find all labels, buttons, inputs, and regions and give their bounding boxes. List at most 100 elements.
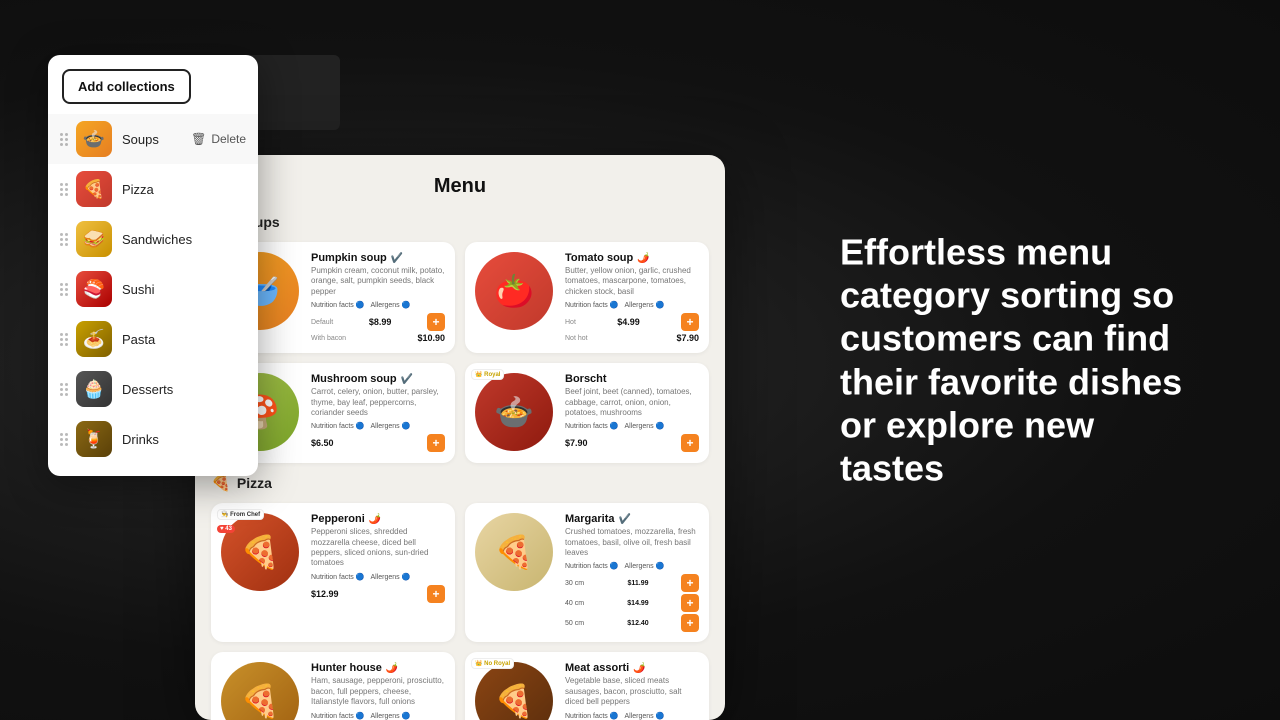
collection-item-drinks[interactable]: 🍹 Drinks xyxy=(48,414,258,464)
add-margarita-30-button[interactable]: + xyxy=(681,574,699,592)
tomato-price2: $7.90 xyxy=(676,333,699,343)
soups-section-header: 🍲 Soups xyxy=(211,212,709,232)
nutrition-tag7: Nutrition facts 🔵 xyxy=(311,712,364,720)
drag-handle-soups[interactable] xyxy=(60,133,68,146)
promo-section: Effortless menu category sorting so cust… xyxy=(840,230,1200,489)
sandwiches-label: Sandwiches xyxy=(122,232,246,247)
sushi-icon: 🍣 xyxy=(76,271,112,307)
add-mushroom-button[interactable]: + xyxy=(427,434,445,452)
add-margarita-40-button[interactable]: + xyxy=(681,594,699,612)
allergens-tag4: Allergens 🔵 xyxy=(624,422,664,430)
size-50-name: 50 cm xyxy=(565,620,595,627)
nutrition-tag3: Nutrition facts 🔵 xyxy=(311,422,364,430)
pizza-row-2: 🍕 Hunter house 🌶️ Ham, sausage, pepperon… xyxy=(211,652,709,720)
borscht-desc: Beef joint, beet (canned), tomatoes, cab… xyxy=(565,387,699,418)
collection-item-sandwiches[interactable]: 🥪 Sandwiches xyxy=(48,214,258,264)
drag-handle-sandwiches[interactable] xyxy=(60,233,68,246)
pepperoni-hot-badge: 🌶️ xyxy=(369,514,381,525)
mushroom-price-row: $6.50 + xyxy=(311,434,445,452)
tomato-price-row2: Not hot $7.90 xyxy=(565,333,699,343)
tomato-soup-card[interactable]: 🍅 Tomato soup 🌶️ Butter, yellow onion, g… xyxy=(465,242,709,353)
pizza-section-header: 🍕 Pizza xyxy=(211,473,709,493)
delete-button[interactable]: 🗑 Delete xyxy=(191,132,246,146)
drag-handle-sushi[interactable] xyxy=(60,283,68,296)
add-borscht-button[interactable]: + xyxy=(681,434,699,452)
mushroom-price: $6.50 xyxy=(311,438,334,448)
meat-royal-badge: 👑 No Royal xyxy=(471,658,514,669)
drag-handle-desserts[interactable] xyxy=(60,383,68,396)
pumpkin-price2: $10.90 xyxy=(417,333,445,343)
add-collections-button[interactable]: Add collections xyxy=(62,69,191,104)
nutrition-tag6: Nutrition facts 🔵 xyxy=(565,562,618,570)
pumpkin-price-row1: Default $8.99 + xyxy=(311,313,445,331)
add-margarita-50-button[interactable]: + xyxy=(681,614,699,632)
meat-assorti-card[interactable]: 👑 No Royal 🍕 Meat assorti 🌶️ Vegetable b… xyxy=(465,652,709,720)
add-pepperoni-button[interactable]: + xyxy=(427,585,445,603)
nutrition-tag5: Nutrition facts 🔵 xyxy=(311,573,364,581)
borscht-image: 🍲 xyxy=(475,373,553,451)
borscht-name: Borscht xyxy=(565,373,699,385)
meat-hot-badge: 🌶️ xyxy=(633,663,645,674)
pepperoni-card[interactable]: 👨‍🍳 From Chef ♥ 43 🍕 Pepperoni 🌶️ Pepper… xyxy=(211,503,455,642)
not-hot-label: Not hot xyxy=(565,335,588,342)
desserts-icon: 🧁 xyxy=(76,371,112,407)
drag-handle-drinks[interactable] xyxy=(60,433,68,446)
collection-item-soups[interactable]: 🍲 Soups 🗑 Delete xyxy=(48,114,258,164)
sushi-label: Sushi xyxy=(122,282,246,297)
drinks-icon: 🍹 xyxy=(76,421,112,457)
borscht-price: $7.90 xyxy=(565,438,588,448)
margarita-content: Margarita ✔️ Crushed tomatoes, mozzarell… xyxy=(565,513,699,632)
hunter-house-name: Hunter house 🌶️ xyxy=(311,662,445,674)
size-40-name: 40 cm xyxy=(565,600,595,607)
drag-handle-pizza[interactable] xyxy=(60,183,68,196)
pizza-section-title: Pizza xyxy=(237,475,272,491)
size-row-50: 50 cm $12.40 + xyxy=(565,614,699,632)
pumpkin-soup-tags: Nutrition facts 🔵 Allergens 🔵 xyxy=(311,301,445,309)
hunter-house-card[interactable]: 🍕 Hunter house 🌶️ Ham, sausage, pepperon… xyxy=(211,652,455,720)
margarita-card[interactable]: 🍕 Margarita ✔️ Crushed tomatoes, mozzare… xyxy=(465,503,709,642)
collection-item-desserts[interactable]: 🧁 Desserts xyxy=(48,364,258,414)
add-pumpkin-default-button[interactable]: + xyxy=(427,313,445,331)
margarita-tags: Nutrition facts 🔵 Allergens 🔵 xyxy=(565,562,699,570)
size-30-price: $11.99 xyxy=(627,580,648,587)
meat-assorti-image: 🍕 xyxy=(475,662,553,720)
allergens-tag3: Allergens 🔵 xyxy=(370,422,410,430)
size-row-40: 40 cm $14.99 + xyxy=(565,594,699,612)
allergens-tag: Allergens 🔵 xyxy=(370,301,410,309)
nutrition-tag2: Nutrition facts 🔵 xyxy=(565,301,618,309)
meat-assorti-content: Meat assorti 🌶️ Vegetable base, sliced m… xyxy=(565,662,699,720)
add-tomato-hot-button[interactable]: + xyxy=(681,313,699,331)
liked-badge: ♥ 43 xyxy=(217,525,235,533)
hunter-tags: Nutrition facts 🔵 Allergens 🔵 xyxy=(311,712,445,720)
margarita-desc: Crushed tomatoes, mozzarella, fresh toma… xyxy=(565,527,699,558)
mushroom-soup-content: Mushroom soup ✔️ Carrot, celery, onion, … xyxy=(311,373,445,453)
borscht-price-row: $7.90 + xyxy=(565,434,699,452)
menu-panel: Menu 🍲 Soups 🥣 Pumpkin soup ✔️ Pumpkin c… xyxy=(195,155,725,720)
meat-assorti-name: Meat assorti 🌶️ xyxy=(565,662,699,674)
margarita-sizes: 30 cm $11.99 + 40 cm $14.99 + 50 cm $12.… xyxy=(565,574,699,632)
tomato-soup-desc: Butter, yellow onion, garlic, crushed to… xyxy=(565,266,699,297)
margarita-veg-badge: ✔️ xyxy=(619,514,631,525)
allergens-tag7: Allergens 🔵 xyxy=(370,712,410,720)
mushroom-soup-tags: Nutrition facts 🔵 Allergens 🔵 xyxy=(311,422,445,430)
promo-headline: Effortless menu category sorting so cust… xyxy=(840,230,1200,489)
collection-item-sushi[interactable]: 🍣 Sushi xyxy=(48,264,258,314)
allergens-tag6: Allergens 🔵 xyxy=(624,562,664,570)
pumpkin-price1: $8.99 xyxy=(369,317,392,327)
margarita-name: Margarita ✔️ xyxy=(565,513,699,525)
collection-item-pasta[interactable]: 🍝 Pasta xyxy=(48,314,258,364)
nutrition-tag8: Nutrition facts 🔵 xyxy=(565,712,618,720)
borscht-card[interactable]: 👑 Royal 🍲 Borscht Beef joint, beet (cann… xyxy=(465,363,709,463)
desserts-label: Desserts xyxy=(122,382,246,397)
pepperoni-content: Pepperoni 🌶️ Pepperoni slices, shredded … xyxy=(311,513,445,603)
tomato-price1: $4.99 xyxy=(617,317,640,327)
menu-title: Menu xyxy=(211,175,709,198)
drag-handle-pasta[interactable] xyxy=(60,333,68,346)
hunter-house-content: Hunter house 🌶️ Ham, sausage, pepperoni,… xyxy=(311,662,445,720)
collection-item-pizza[interactable]: 🍕 Pizza xyxy=(48,164,258,214)
tomato-soup-tags: Nutrition facts 🔵 Allergens 🔵 xyxy=(565,301,699,309)
tomato-soup-image: 🍅 xyxy=(475,252,553,330)
veg-badge2: ✔️ xyxy=(401,374,413,385)
sandwiches-icon: 🥪 xyxy=(76,221,112,257)
delete-label: Delete xyxy=(211,132,246,146)
